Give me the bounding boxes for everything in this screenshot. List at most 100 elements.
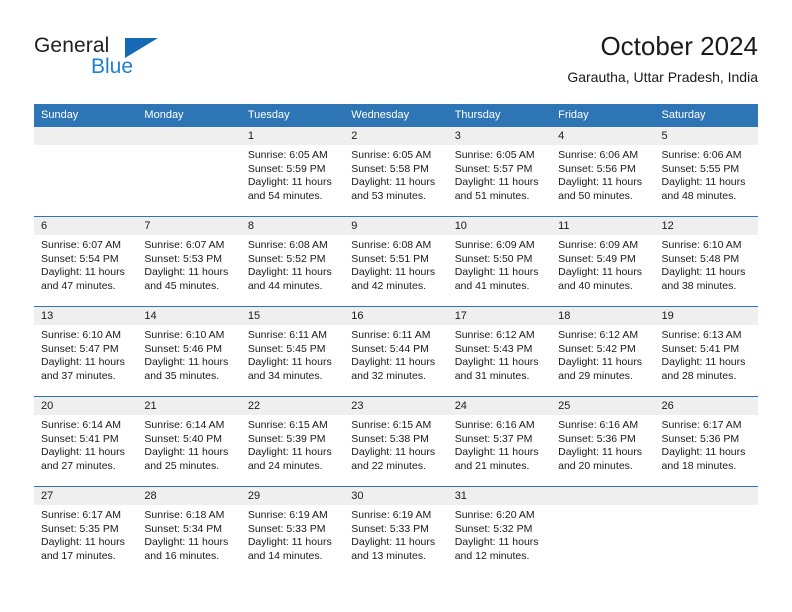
calendar-week-row: 27 Sunrise: 6:17 AM Sunset: 5:35 PM Dayligh… bbox=[34, 487, 758, 577]
daylight-text-line1: Daylight: 11 hours bbox=[351, 266, 436, 279]
day-cell-3[interactable]: 3 Sunrise: 6:05 AM Sunset: 5:57 PM Daylight… bbox=[447, 127, 552, 216]
day-cell-9[interactable]: 9 Sunrise: 6:08 AM Sunset: 5:51 PM Daylight… bbox=[344, 217, 448, 306]
weekday-header-row: Sunday Monday Tuesday Wednesday Thursday Frid… bbox=[34, 104, 758, 127]
day-number: 3 bbox=[447, 127, 552, 145]
sunset-text: Sunset: 5:38 PM bbox=[351, 432, 429, 445]
daylight-text-line2: and 20 minutes. bbox=[558, 459, 633, 472]
daylight-text-line1: Daylight: 11 hours bbox=[351, 446, 436, 459]
day-details: Sunrise: 6:12 AM Sunset: 5:43 PM Daylight:… bbox=[448, 325, 551, 383]
day-cell-12[interactable]: 12 Sunrise: 6:10 AM Sunset: 5:48 PM Dayligh… bbox=[654, 217, 758, 306]
day-cell-21[interactable]: 21 Sunrise: 6:14 AM Sunset: 5:40 PM Dayligh… bbox=[137, 397, 241, 486]
day-cell-25[interactable]: 25 Sunrise: 6:16 AM Sunset: 5:36 PM Dayligh… bbox=[551, 397, 655, 486]
day-number: 14 bbox=[137, 307, 241, 325]
day-cell-empty bbox=[654, 487, 758, 576]
day-details: Sunrise: 6:06 AM Sunset: 5:56 PM Daylight:… bbox=[551, 145, 654, 203]
day-cell-27[interactable]: 27 Sunrise: 6:17 AM Sunset: 5:35 PM Dayligh… bbox=[34, 487, 138, 576]
sunrise-text: Sunrise: 6:11 AM bbox=[247, 329, 328, 341]
daylight-text-line2: and 44 minutes. bbox=[247, 279, 323, 292]
day-details: Sunrise: 6:19 AM Sunset: 5:33 PM Daylight:… bbox=[344, 505, 447, 563]
day-details: Sunrise: 6:13 AM Sunset: 5:41 PM Daylight:… bbox=[655, 325, 758, 383]
day-cell-11[interactable]: 11 Sunrise: 6:09 AM Sunset: 5:49 PM Dayligh… bbox=[551, 217, 655, 306]
day-cell-17[interactable]: 17 Sunrise: 6:12 AM Sunset: 5:43 PM Dayligh… bbox=[447, 307, 552, 396]
sunrise-text: Sunrise: 6:16 AM bbox=[558, 419, 639, 431]
day-number: 31 bbox=[447, 487, 552, 505]
daylight-text-line1: Daylight: 11 hours bbox=[41, 446, 125, 459]
day-cell-19[interactable]: 19 Sunrise: 6:13 AM Sunset: 5:41 PM Dayligh… bbox=[654, 307, 758, 396]
calendar-week-row: 20 Sunrise: 6:14 AM Sunset: 5:41 PM Dayligh… bbox=[34, 396, 758, 487]
day-cell-4[interactable]: 4 Sunrise: 6:06 AM Sunset: 5:56 PM Daylight… bbox=[551, 127, 655, 216]
sunrise-text: Sunrise: 6:20 AM bbox=[454, 509, 535, 521]
day-cell-15[interactable]: 15 Sunrise: 6:11 AM Sunset: 5:45 PM Dayligh… bbox=[240, 307, 345, 396]
daylight-text-line2: and 45 minutes. bbox=[144, 279, 220, 292]
sunset-text: Sunset: 5:39 PM bbox=[247, 432, 326, 445]
day-cell-28[interactable]: 28 Sunrise: 6:18 AM Sunset: 5:34 PM Dayligh… bbox=[137, 487, 241, 576]
day-cell-14[interactable]: 14 Sunrise: 6:10 AM Sunset: 5:46 PM Dayligh… bbox=[137, 307, 241, 396]
daylight-text-line2: and 29 minutes. bbox=[558, 369, 633, 382]
day-details bbox=[655, 505, 758, 509]
day-cell-8[interactable]: 8 Sunrise: 6:08 AM Sunset: 5:52 PM Daylight… bbox=[240, 217, 345, 306]
day-number: 11 bbox=[551, 217, 655, 235]
daylight-text-line1: Daylight: 11 hours bbox=[41, 266, 125, 279]
calendar-table: Sunday Monday Tuesday Wednesday Thursday Frid… bbox=[34, 104, 758, 576]
daylight-text-line1: Daylight: 11 hours bbox=[454, 446, 539, 459]
calendar-page: General Blue October 2024 Garautha, Utta… bbox=[0, 0, 792, 612]
sunset-text: Sunset: 5:36 PM bbox=[558, 432, 636, 445]
general-blue-logo[interactable]: General Blue bbox=[34, 34, 214, 90]
day-cell-20[interactable]: 20 Sunrise: 6:14 AM Sunset: 5:41 PM Dayligh… bbox=[34, 397, 138, 486]
daylight-text-line2: and 38 minutes. bbox=[661, 279, 737, 292]
day-cell-23[interactable]: 23 Sunrise: 6:15 AM Sunset: 5:38 PM Dayligh… bbox=[344, 397, 448, 486]
day-details: Sunrise: 6:11 AM Sunset: 5:45 PM Daylight:… bbox=[241, 325, 344, 383]
sunrise-text: Sunrise: 6:08 AM bbox=[247, 239, 328, 251]
daylight-text-line2: and 51 minutes. bbox=[454, 189, 530, 202]
day-cell-10[interactable]: 10 Sunrise: 6:09 AM Sunset: 5:50 PM Dayligh… bbox=[447, 217, 552, 306]
sunset-text: Sunset: 5:41 PM bbox=[661, 342, 740, 355]
day-cell-22[interactable]: 22 Sunrise: 6:15 AM Sunset: 5:39 PM Dayligh… bbox=[240, 397, 345, 486]
daylight-text-line2: and 13 minutes. bbox=[351, 549, 426, 562]
day-cell-18[interactable]: 18 Sunrise: 6:12 AM Sunset: 5:42 PM Dayligh… bbox=[551, 307, 655, 396]
daylight-text-line2: and 22 minutes. bbox=[351, 459, 426, 472]
day-cell-1[interactable]: 1 Sunrise: 6:05 AM Sunset: 5:59 PM Daylight… bbox=[240, 127, 345, 216]
day-details: Sunrise: 6:18 AM Sunset: 5:34 PM Daylight:… bbox=[137, 505, 240, 563]
daylight-text-line2: and 24 minutes. bbox=[247, 459, 323, 472]
calendar-week-row: 13 Sunrise: 6:10 AM Sunset: 5:47 PM Dayligh… bbox=[34, 306, 758, 397]
weekday-header-thursday: Thursday bbox=[447, 104, 552, 127]
day-cell-13[interactable]: 13 Sunrise: 6:10 AM Sunset: 5:47 PM Dayligh… bbox=[34, 307, 138, 396]
day-number: 30 bbox=[344, 487, 448, 505]
daylight-text-line1: Daylight: 11 hours bbox=[351, 536, 436, 549]
daylight-text-line2: and 25 minutes. bbox=[144, 459, 220, 472]
day-cell-6[interactable]: 6 Sunrise: 6:07 AM Sunset: 5:54 PM Daylight… bbox=[34, 217, 138, 306]
weekday-header-sunday: Sunday bbox=[34, 104, 138, 127]
day-cell-5[interactable]: 5 Sunrise: 6:06 AM Sunset: 5:55 PM Daylight… bbox=[654, 127, 758, 216]
day-cell-30[interactable]: 30 Sunrise: 6:19 AM Sunset: 5:33 PM Dayligh… bbox=[344, 487, 448, 576]
daylight-text-line1: Daylight: 11 hours bbox=[41, 536, 125, 549]
day-details bbox=[34, 145, 137, 149]
day-details: Sunrise: 6:07 AM Sunset: 5:53 PM Daylight:… bbox=[137, 235, 240, 293]
sunset-text: Sunset: 5:36 PM bbox=[661, 432, 740, 445]
weekday-header-monday: Monday bbox=[137, 104, 241, 127]
daylight-text-line1: Daylight: 11 hours bbox=[144, 446, 229, 459]
day-cell-2[interactable]: 2 Sunrise: 6:05 AM Sunset: 5:58 PM Daylight… bbox=[344, 127, 448, 216]
title-block: October 2024 Garautha, Uttar Pradesh, In… bbox=[567, 30, 758, 88]
daylight-text-line2: and 40 minutes. bbox=[558, 279, 633, 292]
daylight-text-line2: and 27 minutes. bbox=[41, 459, 116, 472]
day-cell-24[interactable]: 24 Sunrise: 6:16 AM Sunset: 5:37 PM Dayligh… bbox=[447, 397, 552, 486]
day-details: Sunrise: 6:17 AM Sunset: 5:36 PM Daylight:… bbox=[655, 415, 758, 473]
sunrise-text: Sunrise: 6:10 AM bbox=[41, 329, 121, 341]
sunset-text: Sunset: 5:57 PM bbox=[454, 162, 533, 175]
day-number: 24 bbox=[447, 397, 552, 415]
sunset-text: Sunset: 5:59 PM bbox=[247, 162, 326, 175]
sunrise-text: Sunrise: 6:08 AM bbox=[351, 239, 432, 251]
day-cell-16[interactable]: 16 Sunrise: 6:11 AM Sunset: 5:44 PM Dayligh… bbox=[344, 307, 448, 396]
day-cell-26[interactable]: 26 Sunrise: 6:17 AM Sunset: 5:36 PM Dayligh… bbox=[654, 397, 758, 486]
day-number: 18 bbox=[551, 307, 655, 325]
sunrise-text: Sunrise: 6:10 AM bbox=[661, 239, 742, 251]
daylight-text-line1: Daylight: 11 hours bbox=[661, 356, 746, 369]
day-cell-31[interactable]: 31 Sunrise: 6:20 AM Sunset: 5:32 PM Dayligh… bbox=[447, 487, 552, 576]
day-details: Sunrise: 6:08 AM Sunset: 5:51 PM Daylight:… bbox=[344, 235, 447, 293]
sunrise-text: Sunrise: 6:19 AM bbox=[247, 509, 328, 521]
day-cell-7[interactable]: 7 Sunrise: 6:07 AM Sunset: 5:53 PM Daylight… bbox=[137, 217, 241, 306]
daylight-text-line1: Daylight: 11 hours bbox=[247, 356, 332, 369]
sunrise-text: Sunrise: 6:15 AM bbox=[247, 419, 328, 431]
daylight-text-line1: Daylight: 11 hours bbox=[247, 176, 332, 189]
day-cell-29[interactable]: 29 Sunrise: 6:19 AM Sunset: 5:33 PM Dayligh… bbox=[240, 487, 345, 576]
